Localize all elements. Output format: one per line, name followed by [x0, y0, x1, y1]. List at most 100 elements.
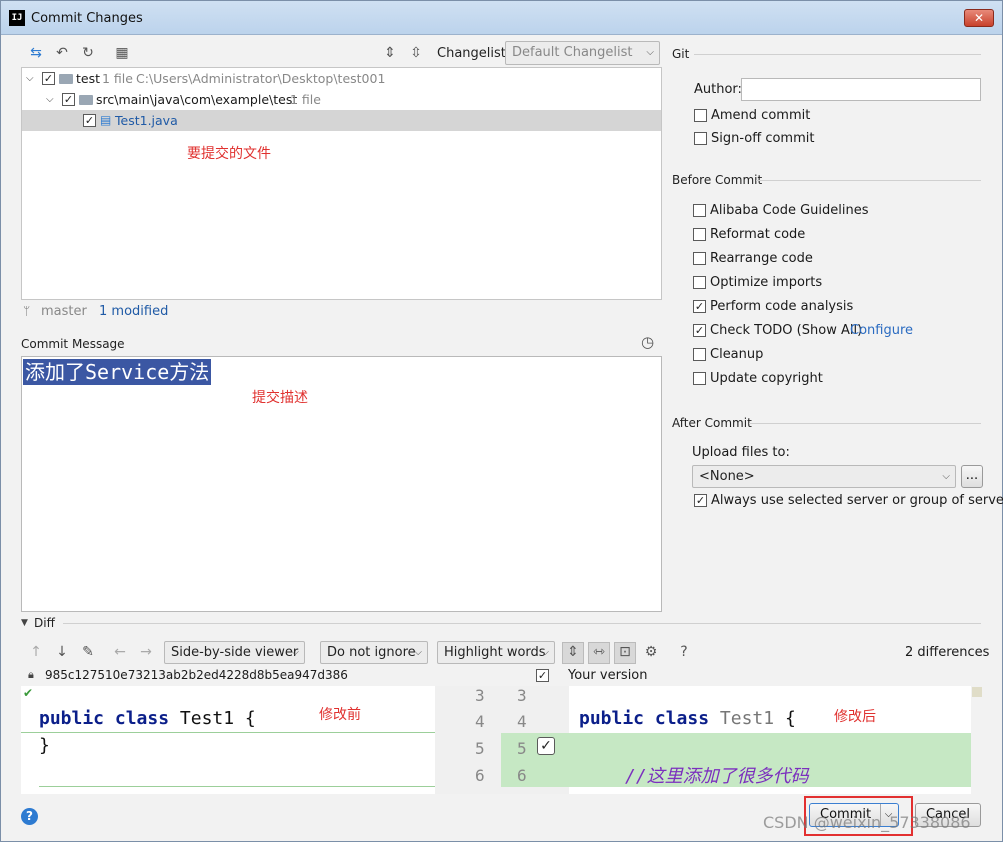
watermark: CSDN @weixin_57338086	[763, 813, 971, 832]
folder-count: 1 file	[290, 92, 321, 107]
arrow-down-icon[interactable]: ↓	[53, 643, 71, 661]
diff-right-pane[interactable]: public class Test1 { 修改后 //这里添加了很多代码	[569, 686, 971, 794]
option-checkbox[interactable]	[693, 276, 706, 289]
right-version-label: Your version	[568, 668, 648, 683]
left-code-line-4: public class Test1 {	[39, 708, 256, 729]
help-button[interactable]: ?	[21, 808, 38, 825]
option-checkbox[interactable]: ✓	[693, 324, 706, 337]
collapse-unchanged-icon[interactable]: ⇕	[562, 642, 584, 664]
commit-message-input[interactable]: 添加了Service方法 提交描述	[21, 356, 662, 612]
option-checkbox[interactable]	[693, 372, 706, 385]
file-checkbox[interactable]: ✓	[83, 114, 96, 127]
signoff-commit-checkbox[interactable]	[694, 132, 707, 145]
lock-icon[interactable]: ⊡	[614, 642, 636, 664]
branch-icon: ᛘ	[23, 304, 31, 318]
line-number: 6	[517, 766, 527, 785]
check-icon: ✔	[23, 686, 34, 700]
change-marker-line	[39, 786, 435, 787]
lock-icon: 🔒︎	[28, 668, 34, 681]
diff-header: Diff	[34, 616, 55, 630]
amend-commit-checkbox[interactable]	[694, 109, 707, 122]
file-name: Test1.java	[115, 113, 178, 128]
java-file-icon: ▤	[100, 113, 112, 127]
chevron-down-icon[interactable]: ▼	[21, 618, 28, 628]
always-use-server-checkbox[interactable]: ✓	[694, 494, 707, 507]
help-icon[interactable]: ?	[675, 643, 693, 661]
folder-name: src\main\java\com\example\test	[96, 92, 298, 107]
root-name: test	[76, 71, 101, 86]
root-count: 1 file	[102, 71, 133, 86]
line-number: 3	[475, 686, 485, 705]
viewer-value: Side-by-side viewer	[171, 645, 299, 660]
configure-link[interactable]: Configure	[850, 323, 913, 338]
git-section-header: Git	[672, 47, 690, 61]
line-number: 5	[475, 739, 485, 758]
chevron-down-icon[interactable]: ⌵	[46, 89, 54, 110]
option-checkbox[interactable]	[693, 228, 706, 241]
viewer-select[interactable]: Side-by-side viewer ⌵	[164, 641, 305, 664]
changelist-select[interactable]: Default Changelist ⌵	[505, 41, 660, 65]
collapse-all-icon[interactable]: ⇳	[407, 44, 425, 62]
diff-gutter: 3 4 5 6 3 4 5 6 ✓	[435, 686, 569, 794]
upload-server-value: <None>	[699, 469, 755, 484]
folder-checkbox[interactable]: ✓	[62, 93, 75, 106]
left-code-line-5: }	[39, 735, 50, 756]
changelist-value: Default Changelist	[512, 45, 633, 60]
diff-left-pane[interactable]: ✔ public class Test1 { 修改前 }	[21, 686, 435, 794]
divider	[749, 423, 981, 424]
folder-icon	[79, 95, 93, 105]
include-in-commit-checkbox[interactable]: ✓	[536, 669, 549, 682]
close-button[interactable]: ✕	[964, 9, 994, 27]
change-marker-line	[21, 732, 435, 733]
expand-all-icon[interactable]: ⇕	[381, 44, 399, 62]
line-number: 4	[517, 712, 527, 731]
show-diff-icon[interactable]: ⇆	[27, 44, 45, 62]
tree-row-root[interactable]: ⌵ ✓ test 1 file C:\Users\Administrator\D…	[22, 68, 661, 89]
upload-server-select[interactable]: <None> ⌵	[692, 465, 956, 488]
history-clock-icon[interactable]: ◷	[641, 333, 654, 351]
divider	[694, 54, 981, 55]
after-commit-header: After Commit	[672, 416, 752, 430]
root-checkbox[interactable]: ✓	[42, 72, 55, 85]
divider	[63, 623, 981, 624]
before-commit-header: Before Commit	[672, 173, 763, 187]
chevron-down-icon: ⌵	[942, 471, 950, 482]
option-checkbox[interactable]	[693, 348, 706, 361]
modified-link[interactable]: 1 modified	[99, 304, 168, 319]
edit-pencil-icon[interactable]: ✎	[79, 643, 97, 661]
whitespace-value: Do not ignore	[327, 645, 416, 660]
refresh-icon[interactable]: ↻	[79, 44, 97, 62]
option-checkbox[interactable]: ✓	[693, 300, 706, 313]
root-path: C:\Users\Administrator\Desktop\test001	[136, 71, 386, 86]
whitespace-select[interactable]: Do not ignore ⌵	[320, 641, 428, 664]
annotation-before: 修改前	[319, 707, 361, 723]
highlight-select[interactable]: Highlight words ⌵	[437, 641, 555, 664]
left-revision-hash: 985c127510e73213ab2b2ed4228d8b5ea947d386	[45, 668, 348, 682]
line-number: 6	[475, 766, 485, 785]
rollback-icon[interactable]: ↶	[53, 44, 71, 62]
arrow-right-icon[interactable]: →	[137, 643, 155, 661]
chevron-down-icon[interactable]: ⌵	[26, 68, 34, 89]
differences-count: 2 differences	[905, 645, 990, 660]
browse-button[interactable]: ...	[961, 465, 983, 488]
annotation-message: 提交描述	[252, 390, 308, 406]
chevron-down-icon: ⌵	[291, 647, 299, 658]
highlight-value: Highlight words	[444, 645, 546, 660]
tree-row-folder[interactable]: ⌵ ✓ src\main\java\com\example\test 1 fil…	[22, 89, 661, 110]
option-checkbox[interactable]	[693, 252, 706, 265]
chevron-down-icon: ⌵	[414, 647, 422, 658]
sync-scroll-icon[interactable]: ⇿	[588, 642, 610, 664]
tree-row-file[interactable]: ✓ ▤ Test1.java	[22, 110, 661, 131]
window-title: Commit Changes	[31, 11, 143, 26]
arrow-left-icon[interactable]: ←	[111, 643, 129, 661]
annotation-after: 修改后	[834, 709, 876, 725]
gear-icon[interactable]: ⚙	[642, 643, 660, 661]
author-input[interactable]	[741, 78, 981, 101]
accept-change-checkbox[interactable]: ✓	[537, 737, 555, 755]
title-bar: IJ Commit Changes ✕	[1, 1, 1002, 35]
group-by-icon[interactable]: ▦	[113, 44, 131, 62]
arrow-up-icon[interactable]: ↑	[27, 643, 45, 661]
folder-icon	[59, 74, 73, 84]
option-checkbox[interactable]	[693, 204, 706, 217]
scroll-marker	[972, 687, 982, 697]
